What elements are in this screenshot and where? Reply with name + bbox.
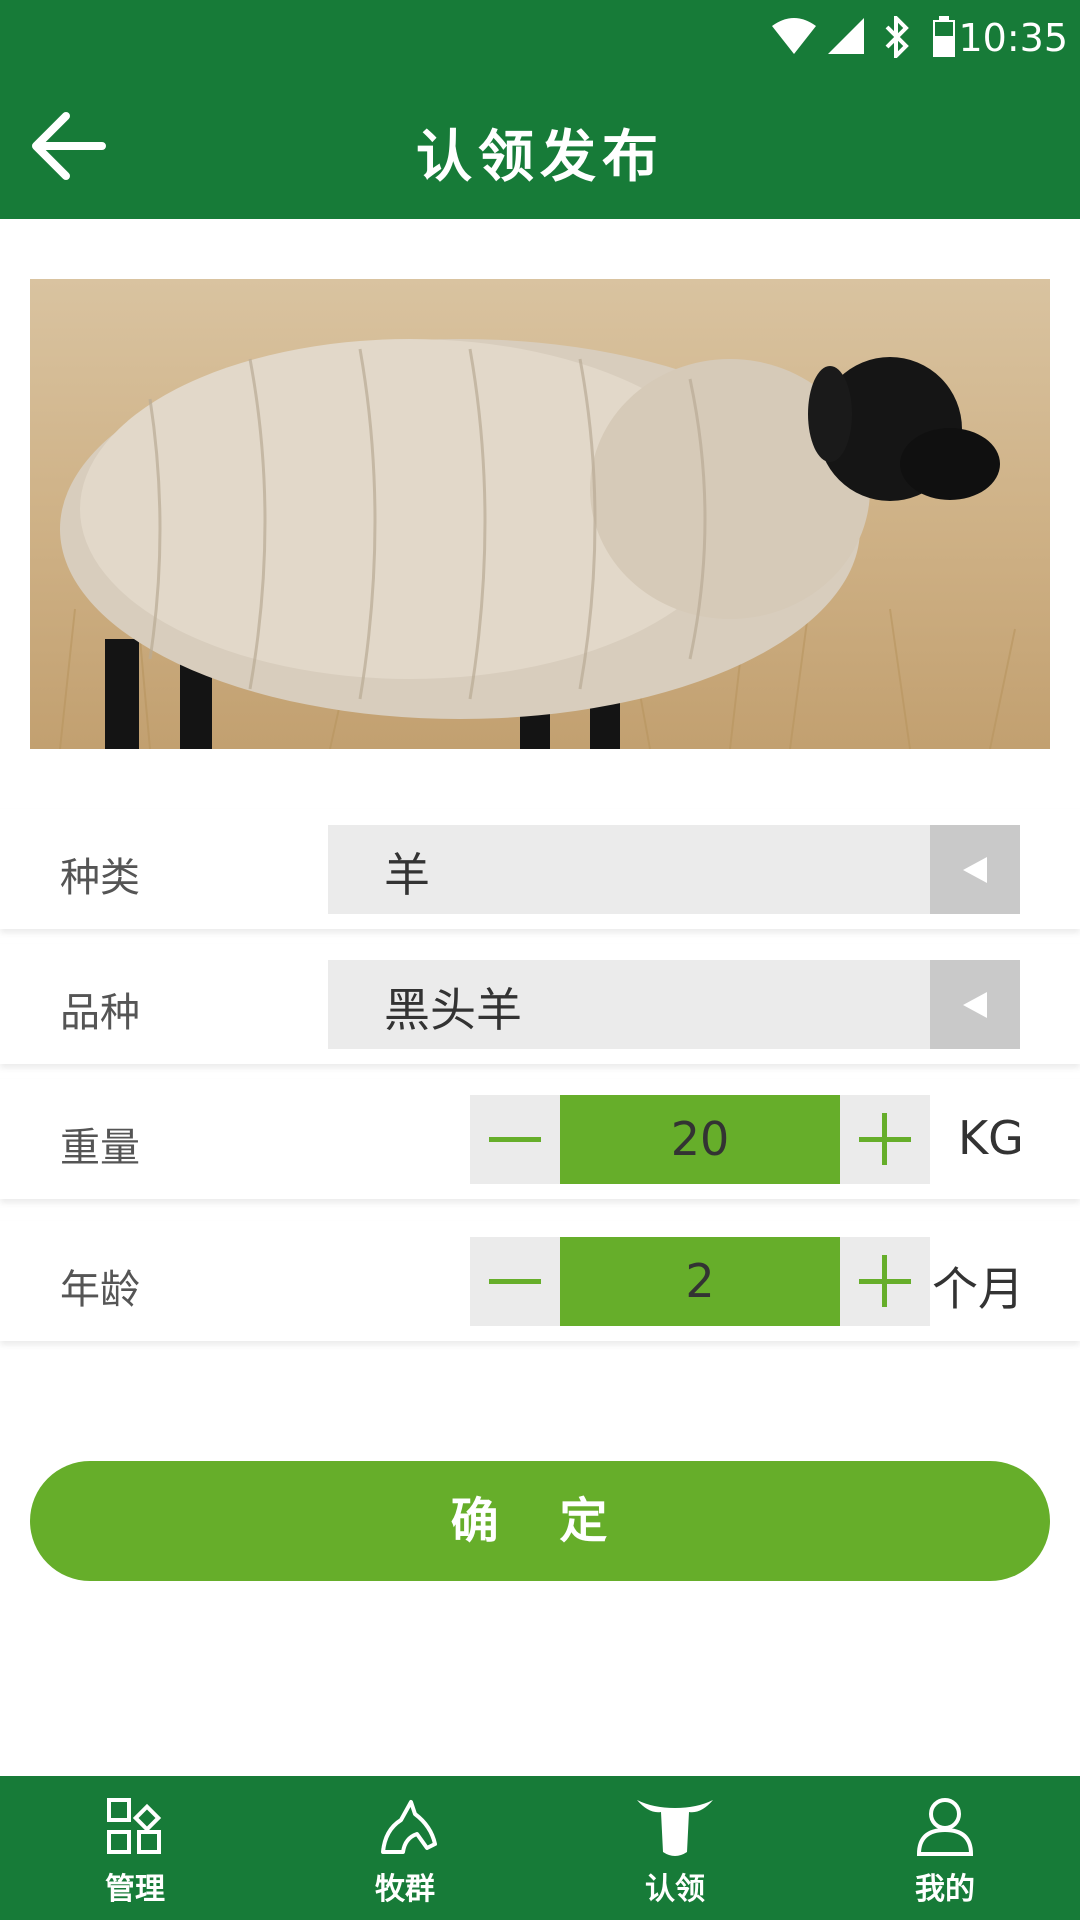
bull-icon	[637, 1800, 713, 1856]
user-icon	[916, 1798, 974, 1856]
nav-item-mine[interactable]: 我的	[875, 1776, 1015, 1920]
weight-increase-button[interactable]	[840, 1095, 930, 1184]
grid-icon	[107, 1798, 162, 1854]
age-increase-button[interactable]	[840, 1237, 930, 1326]
age-value[interactable]: 2	[560, 1237, 840, 1326]
battery-icon	[932, 16, 956, 62]
age-label: 年龄	[60, 1267, 140, 1313]
nav-label-herd: 牧群	[375, 1872, 435, 1907]
app-header: 10:35 认领发布	[0, 0, 1080, 219]
dropdown-arrow-icon[interactable]	[930, 825, 1020, 914]
bluetooth-icon	[882, 13, 912, 62]
nav-label-manage: 管理	[105, 1872, 165, 1907]
nav-label-mine: 我的	[915, 1872, 975, 1907]
category-select[interactable]: 羊	[328, 825, 1020, 914]
weight-value[interactable]: 20	[560, 1095, 840, 1184]
breed-label: 品种	[60, 990, 140, 1036]
category-row: 种类 羊	[0, 809, 1080, 929]
nav-label-claim: 认领	[645, 1872, 705, 1907]
age-decrease-button[interactable]	[470, 1237, 560, 1326]
status-time: 10:35	[958, 16, 1068, 60]
age-row: 年龄 2 个月	[0, 1221, 1080, 1341]
nav-item-claim[interactable]: 认领	[605, 1776, 745, 1920]
weight-unit: KG	[958, 1111, 1024, 1165]
wifi-icon	[770, 16, 818, 60]
breed-row: 品种 黑头羊	[0, 944, 1080, 1064]
minus-icon	[489, 1279, 541, 1284]
category-value: 羊	[384, 848, 430, 902]
breed-value: 黑头羊	[384, 983, 522, 1037]
weight-label: 重量	[60, 1125, 140, 1171]
category-label: 种类	[60, 855, 140, 901]
weight-stepper: 20	[470, 1095, 930, 1184]
confirm-button[interactable]: 确 定	[30, 1461, 1050, 1581]
page-title: 认领发布	[416, 125, 664, 190]
weight-decrease-button[interactable]	[470, 1095, 560, 1184]
age-unit: 个月	[932, 1262, 1024, 1316]
weight-row: 重量 20 KG	[0, 1079, 1080, 1199]
sheep-photo	[30, 279, 1050, 749]
signal-icon	[826, 16, 866, 60]
nav-item-herd[interactable]: 牧群	[335, 1776, 475, 1920]
status-bar: 10:35	[0, 0, 1080, 78]
nav-item-manage[interactable]: 管理	[65, 1776, 205, 1920]
breed-select[interactable]: 黑头羊	[328, 960, 1020, 1049]
minus-icon	[489, 1137, 541, 1142]
plus-icon	[859, 1113, 911, 1165]
dropdown-arrow-icon[interactable]	[930, 960, 1020, 1049]
bottom-nav: 管理 牧群 认领 我的	[0, 1776, 1080, 1920]
plus-icon	[859, 1255, 911, 1307]
age-stepper: 2	[470, 1237, 930, 1326]
horse-icon	[381, 1800, 437, 1854]
